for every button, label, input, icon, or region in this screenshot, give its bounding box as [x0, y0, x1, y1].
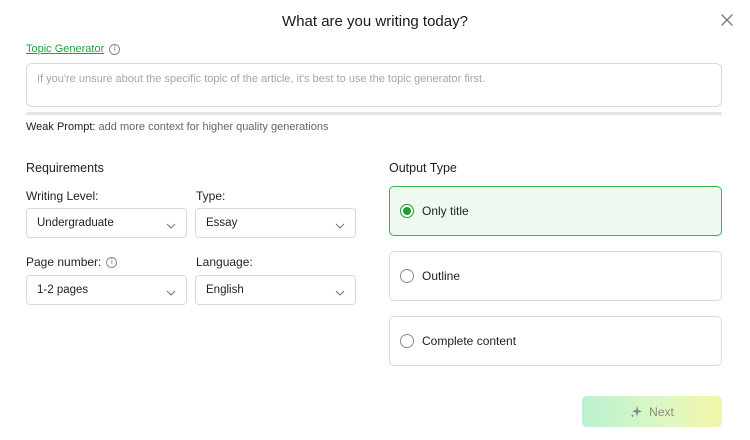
type-value: Essay: [206, 217, 238, 229]
prompt-strength-label: Weak Prompt:: [26, 121, 96, 133]
topic-generator-row: Topic Generator i: [26, 43, 121, 55]
prompt-input[interactable]: [37, 73, 711, 97]
language-value: English: [206, 284, 244, 296]
page-number-label: Page number:: [26, 255, 102, 269]
writing-level-value: Undergraduate: [37, 217, 114, 229]
output-option-outline[interactable]: Outline: [389, 251, 722, 301]
output-option-complete-content[interactable]: Complete content: [389, 316, 722, 366]
radio-button[interactable]: [400, 269, 414, 283]
info-icon[interactable]: i: [106, 256, 118, 268]
topic-generator-link[interactable]: Topic Generator: [26, 43, 104, 55]
radio-selected-dot: [403, 207, 411, 215]
output-type-title: Output Type: [389, 161, 457, 175]
language-label: Language:: [196, 255, 253, 269]
output-option-label: Outline: [422, 269, 461, 283]
requirements-title: Requirements: [26, 161, 104, 175]
type-select[interactable]: Essay: [195, 208, 356, 238]
output-option-label: Only title: [422, 204, 469, 218]
page-number-select[interactable]: 1-2 pages: [26, 275, 187, 305]
prompt-strength-message: Weak Prompt: add more context for higher…: [26, 121, 328, 133]
chevron-down-icon: [166, 220, 176, 229]
language-select[interactable]: English: [195, 275, 356, 305]
prompt-box: [26, 63, 722, 107]
prompt-strength-hint: add more context for higher quality gene…: [95, 121, 329, 133]
output-option-only-title[interactable]: Only title: [389, 186, 722, 236]
chevron-down-icon: [335, 287, 345, 296]
close-icon[interactable]: [720, 13, 736, 29]
writing-level-label: Writing Level:: [26, 189, 99, 203]
output-option-label: Complete content: [422, 334, 517, 348]
next-button[interactable]: Next: [582, 396, 722, 427]
writing-level-select[interactable]: Undergraduate: [26, 208, 187, 238]
page-number-label-row: Page number: i: [26, 255, 118, 269]
sparkle-icon: [630, 405, 643, 418]
page-number-value: 1-2 pages: [37, 284, 89, 296]
next-button-label: Next: [649, 404, 674, 419]
chevron-down-icon: [166, 287, 176, 296]
dialog-title: What are you writing today?: [282, 13, 468, 30]
radio-button[interactable]: [400, 334, 414, 348]
type-label: Type:: [196, 189, 226, 203]
info-icon[interactable]: i: [109, 43, 121, 55]
radio-button[interactable]: [400, 204, 414, 218]
prompt-strength-bar: [26, 112, 722, 115]
chevron-down-icon: [335, 220, 345, 229]
